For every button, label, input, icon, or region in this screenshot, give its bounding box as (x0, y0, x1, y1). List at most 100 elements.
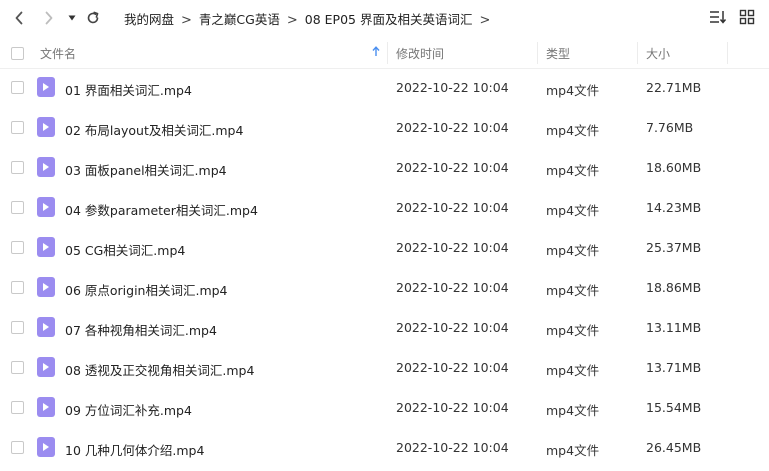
sort-list-icon (710, 11, 727, 24)
file-row[interactable]: 08 透视及正交视角相关词汇.mp4 2022-10-22 10:04 mp4文件 1… (0, 348, 769, 388)
file-name[interactable]: 05 CG相关词汇.mp4 (65, 240, 185, 259)
row-checkbox[interactable] (11, 121, 24, 134)
refresh-button[interactable] (84, 8, 102, 28)
file-modified-time: 2022-10-22 10:04 (396, 200, 509, 215)
video-file-icon (37, 117, 55, 137)
back-button[interactable] (10, 8, 28, 28)
breadcrumb-separator: > (286, 13, 298, 28)
file-row[interactable]: 03 面板panel相关词汇.mp4 2022-10-22 10:04 mp4文件 1… (0, 148, 769, 188)
file-name[interactable]: 03 面板panel相关词汇.mp4 (65, 160, 227, 179)
grid-view-icon (739, 9, 755, 25)
chevron-left-icon (15, 11, 23, 25)
file-size: 18.86MB (646, 280, 702, 295)
sort-menu-button[interactable] (709, 9, 727, 25)
video-file-icon (37, 317, 55, 337)
row-checkbox[interactable] (11, 361, 24, 374)
caret-down-icon (68, 15, 76, 21)
file-modified-time: 2022-10-22 10:04 (396, 160, 509, 175)
file-row[interactable]: 05 CG相关词汇.mp4 2022-10-22 10:04 mp4文件 25.37M… (0, 228, 769, 268)
column-divider[interactable] (387, 42, 388, 64)
column-divider[interactable] (637, 42, 638, 64)
file-name[interactable]: 06 原点origin相关词汇.mp4 (65, 280, 228, 299)
file-row[interactable]: 02 布局layout及相关词汇.mp4 2022-10-22 10:04 mp4文… (0, 108, 769, 148)
row-checkbox[interactable] (11, 401, 24, 414)
file-type: mp4文件 (546, 443, 600, 458)
breadcrumb-separator: > (479, 13, 491, 28)
file-size: 18.60MB (646, 160, 702, 175)
file-row[interactable]: 10 几种几何体介绍.mp4 2022-10-22 10:04 mp4文件 26.45… (0, 428, 769, 468)
row-checkbox[interactable] (11, 321, 24, 334)
file-row[interactable]: 01 界面相关词汇.mp4 2022-10-22 10:04 mp4文件 22.71M… (0, 68, 769, 108)
column-divider[interactable] (727, 42, 728, 64)
file-size: 25.37MB (646, 240, 702, 255)
row-checkbox[interactable] (11, 281, 24, 294)
select-all-checkbox[interactable] (11, 47, 24, 60)
file-name[interactable]: 01 界面相关词汇.mp4 (65, 80, 192, 99)
file-type: mp4文件 (546, 123, 600, 138)
row-checkbox[interactable] (11, 201, 24, 214)
file-size: 14.23MB (646, 200, 702, 215)
file-name[interactable]: 04 参数parameter相关词汇.mp4 (65, 200, 258, 219)
file-row[interactable]: 06 原点origin相关词汇.mp4 2022-10-22 10:04 mp4文件… (0, 268, 769, 308)
file-name[interactable]: 07 各种视角相关词汇.mp4 (65, 320, 217, 339)
video-file-icon (37, 197, 55, 217)
file-row[interactable]: 07 各种视角相关词汇.mp4 2022-10-22 10:04 mp4文件 13.1… (0, 308, 769, 348)
file-name[interactable]: 08 透视及正交视角相关词汇.mp4 (65, 360, 254, 379)
file-type: mp4文件 (546, 323, 600, 338)
refresh-icon (87, 11, 99, 24)
video-file-icon (37, 157, 55, 177)
file-modified-time: 2022-10-22 10:04 (396, 280, 509, 295)
file-type: mp4文件 (546, 403, 600, 418)
file-type: mp4文件 (546, 243, 600, 258)
file-type: mp4文件 (546, 203, 600, 218)
file-modified-time: 2022-10-22 10:04 (396, 440, 509, 455)
breadcrumb-item-current[interactable]: 08 EP05 界面及相关英语词汇 (305, 9, 473, 28)
file-size: 22.71MB (646, 80, 702, 95)
row-checkbox[interactable] (11, 161, 24, 174)
forward-button[interactable] (40, 8, 58, 28)
header-filename[interactable]: 文件名 (40, 45, 76, 62)
file-modified-time: 2022-10-22 10:04 (396, 320, 509, 335)
file-type: mp4文件 (546, 363, 600, 378)
breadcrumb-item-root[interactable]: 我的网盘 (124, 9, 174, 28)
toolbar: 我的网盘 > 青之巅CG英语 >08 EP05 界面及相关英语词汇 > (0, 0, 769, 36)
video-file-icon (37, 397, 55, 417)
row-checkbox[interactable] (11, 441, 24, 454)
file-row[interactable]: 09 方位词汇补充.mp4 2022-10-22 10:04 mp4文件 15.54M… (0, 388, 769, 428)
file-name[interactable]: 09 方位词汇补充.mp4 (65, 400, 192, 419)
file-modified-time: 2022-10-22 10:04 (396, 400, 509, 415)
video-file-icon (37, 437, 55, 457)
header-size[interactable]: 大小 (646, 45, 670, 62)
file-modified-time: 2022-10-22 10:04 (396, 120, 509, 135)
video-file-icon (37, 357, 55, 377)
header-modified[interactable]: 修改时间 (396, 45, 444, 62)
breadcrumb-separator: > (181, 13, 192, 28)
file-name[interactable]: 10 几种几何体介绍.mp4 (65, 440, 204, 459)
file-type: mp4文件 (546, 283, 600, 298)
grid-view-button[interactable] (739, 9, 755, 25)
arrow-up-icon[interactable] (372, 46, 380, 57)
video-file-icon (37, 277, 55, 297)
chevron-right-icon (45, 11, 53, 25)
file-modified-time: 2022-10-22 10:04 (396, 240, 509, 255)
file-row[interactable]: 04 参数parameter相关词汇.mp4 2022-10-22 10:04 mp… (0, 188, 769, 228)
video-file-icon (37, 237, 55, 257)
file-size: 13.11MB (646, 320, 702, 335)
row-checkbox[interactable] (11, 81, 24, 94)
file-size: 13.71MB (646, 360, 702, 375)
file-type: mp4文件 (546, 163, 600, 178)
view-tools (709, 9, 755, 25)
header-type[interactable]: 类型 (546, 45, 570, 62)
file-type: mp4文件 (546, 83, 600, 98)
file-modified-time: 2022-10-22 10:04 (396, 80, 509, 95)
file-name[interactable]: 02 布局layout及相关词汇.mp4 (65, 120, 243, 139)
row-checkbox[interactable] (11, 241, 24, 254)
breadcrumb-item-course[interactable]: 青之巅CG英语 (199, 9, 280, 28)
file-modified-time: 2022-10-22 10:04 (396, 360, 509, 375)
video-file-icon (37, 77, 55, 97)
file-size: 26.45MB (646, 440, 702, 455)
file-size: 15.54MB (646, 400, 702, 415)
file-size: 7.76MB (646, 120, 694, 135)
history-dropdown-button[interactable] (66, 8, 78, 28)
column-divider[interactable] (537, 42, 538, 64)
